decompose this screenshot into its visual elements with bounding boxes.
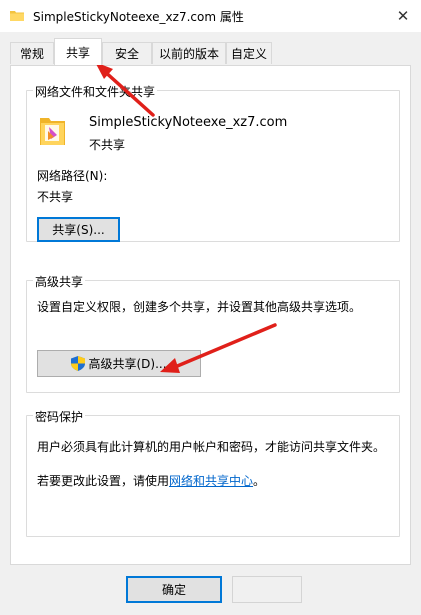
tab-label: 常规 [19, 47, 44, 61]
tab-bar: 常规 共享 安全 以前的版本 自定义 [0, 38, 421, 66]
password-protection-description: 用户必须具有此计算机的用户帐户和密码，才能访问共享文件夹。 [37, 440, 386, 454]
advanced-sharing-description: 设置自定义权限，创建多个共享，并设置其他高级共享选项。 [37, 300, 362, 314]
group-title: 高级共享 [33, 273, 86, 290]
shared-folder-icon [40, 118, 65, 145]
tab-label: 共享 [65, 45, 90, 60]
tab-customize[interactable]: 自定义 [226, 42, 272, 64]
item-name: SimpleStickyNoteexe_xz7.com [89, 115, 288, 130]
title-bar: SimpleStickyNoteexe_xz7.com 属性 ✕ [0, 0, 421, 32]
ok-button-label: 确定 [161, 583, 186, 597]
tab-general[interactable]: 常规 [10, 42, 54, 64]
uac-shield-icon [71, 356, 86, 371]
password-protection-group: 密码保护 用户必须具有此计算机的用户帐户和密码，才能访问共享文件夹。 若要更改此… [26, 408, 400, 537]
change-setting-text: 若要更改此设置，请使用网络和共享中心。 [37, 472, 265, 489]
network-sharing-center-link[interactable]: 网络和共享中心 [169, 474, 253, 488]
group-title: 密码保护 [33, 408, 86, 425]
tab-security[interactable]: 安全 [102, 42, 152, 64]
share-button[interactable]: 共享(S)... [37, 217, 120, 242]
advanced-sharing-button-label: 高级共享(D)... [88, 357, 167, 371]
network-path-value: 不共享 [37, 190, 74, 204]
folder-icon [10, 11, 24, 21]
item-share-status: 不共享 [89, 138, 126, 152]
ok-button[interactable]: 确定 [126, 576, 222, 603]
change-setting-suffix: 。 [253, 474, 266, 488]
close-button[interactable]: ✕ [385, 0, 421, 32]
sharing-panel: 网络文件和文件夹共享 SimpleStickyNoteexe_xz7.com 不… [10, 65, 411, 565]
cancel-button[interactable] [232, 576, 302, 603]
change-setting-prefix: 若要更改此设置，请使用 [37, 474, 170, 488]
window-title: SimpleStickyNoteexe_xz7.com 属性 [33, 10, 244, 24]
share-button-label: 共享(S)... [52, 223, 105, 237]
network-sharing-group: 网络文件和文件夹共享 SimpleStickyNoteexe_xz7.com 不… [26, 83, 400, 242]
close-icon: ✕ [396, 7, 410, 25]
tab-label: 以前的版本 [158, 47, 219, 61]
tab-previous-versions[interactable]: 以前的版本 [152, 42, 226, 64]
dialog-footer: 确定 [0, 566, 421, 615]
advanced-sharing-group: 高级共享 设置自定义权限，创建多个共享，并设置其他高级共享选项。 高级共享(D)… [26, 273, 400, 393]
advanced-sharing-button[interactable]: 高级共享(D)... [37, 350, 201, 377]
tab-label: 自定义 [230, 47, 267, 61]
group-title: 网络文件和文件夹共享 [33, 83, 158, 100]
tab-label: 安全 [114, 47, 139, 61]
tab-sharing[interactable]: 共享 [54, 38, 102, 65]
network-path-label: 网络路径(N): [37, 169, 108, 183]
